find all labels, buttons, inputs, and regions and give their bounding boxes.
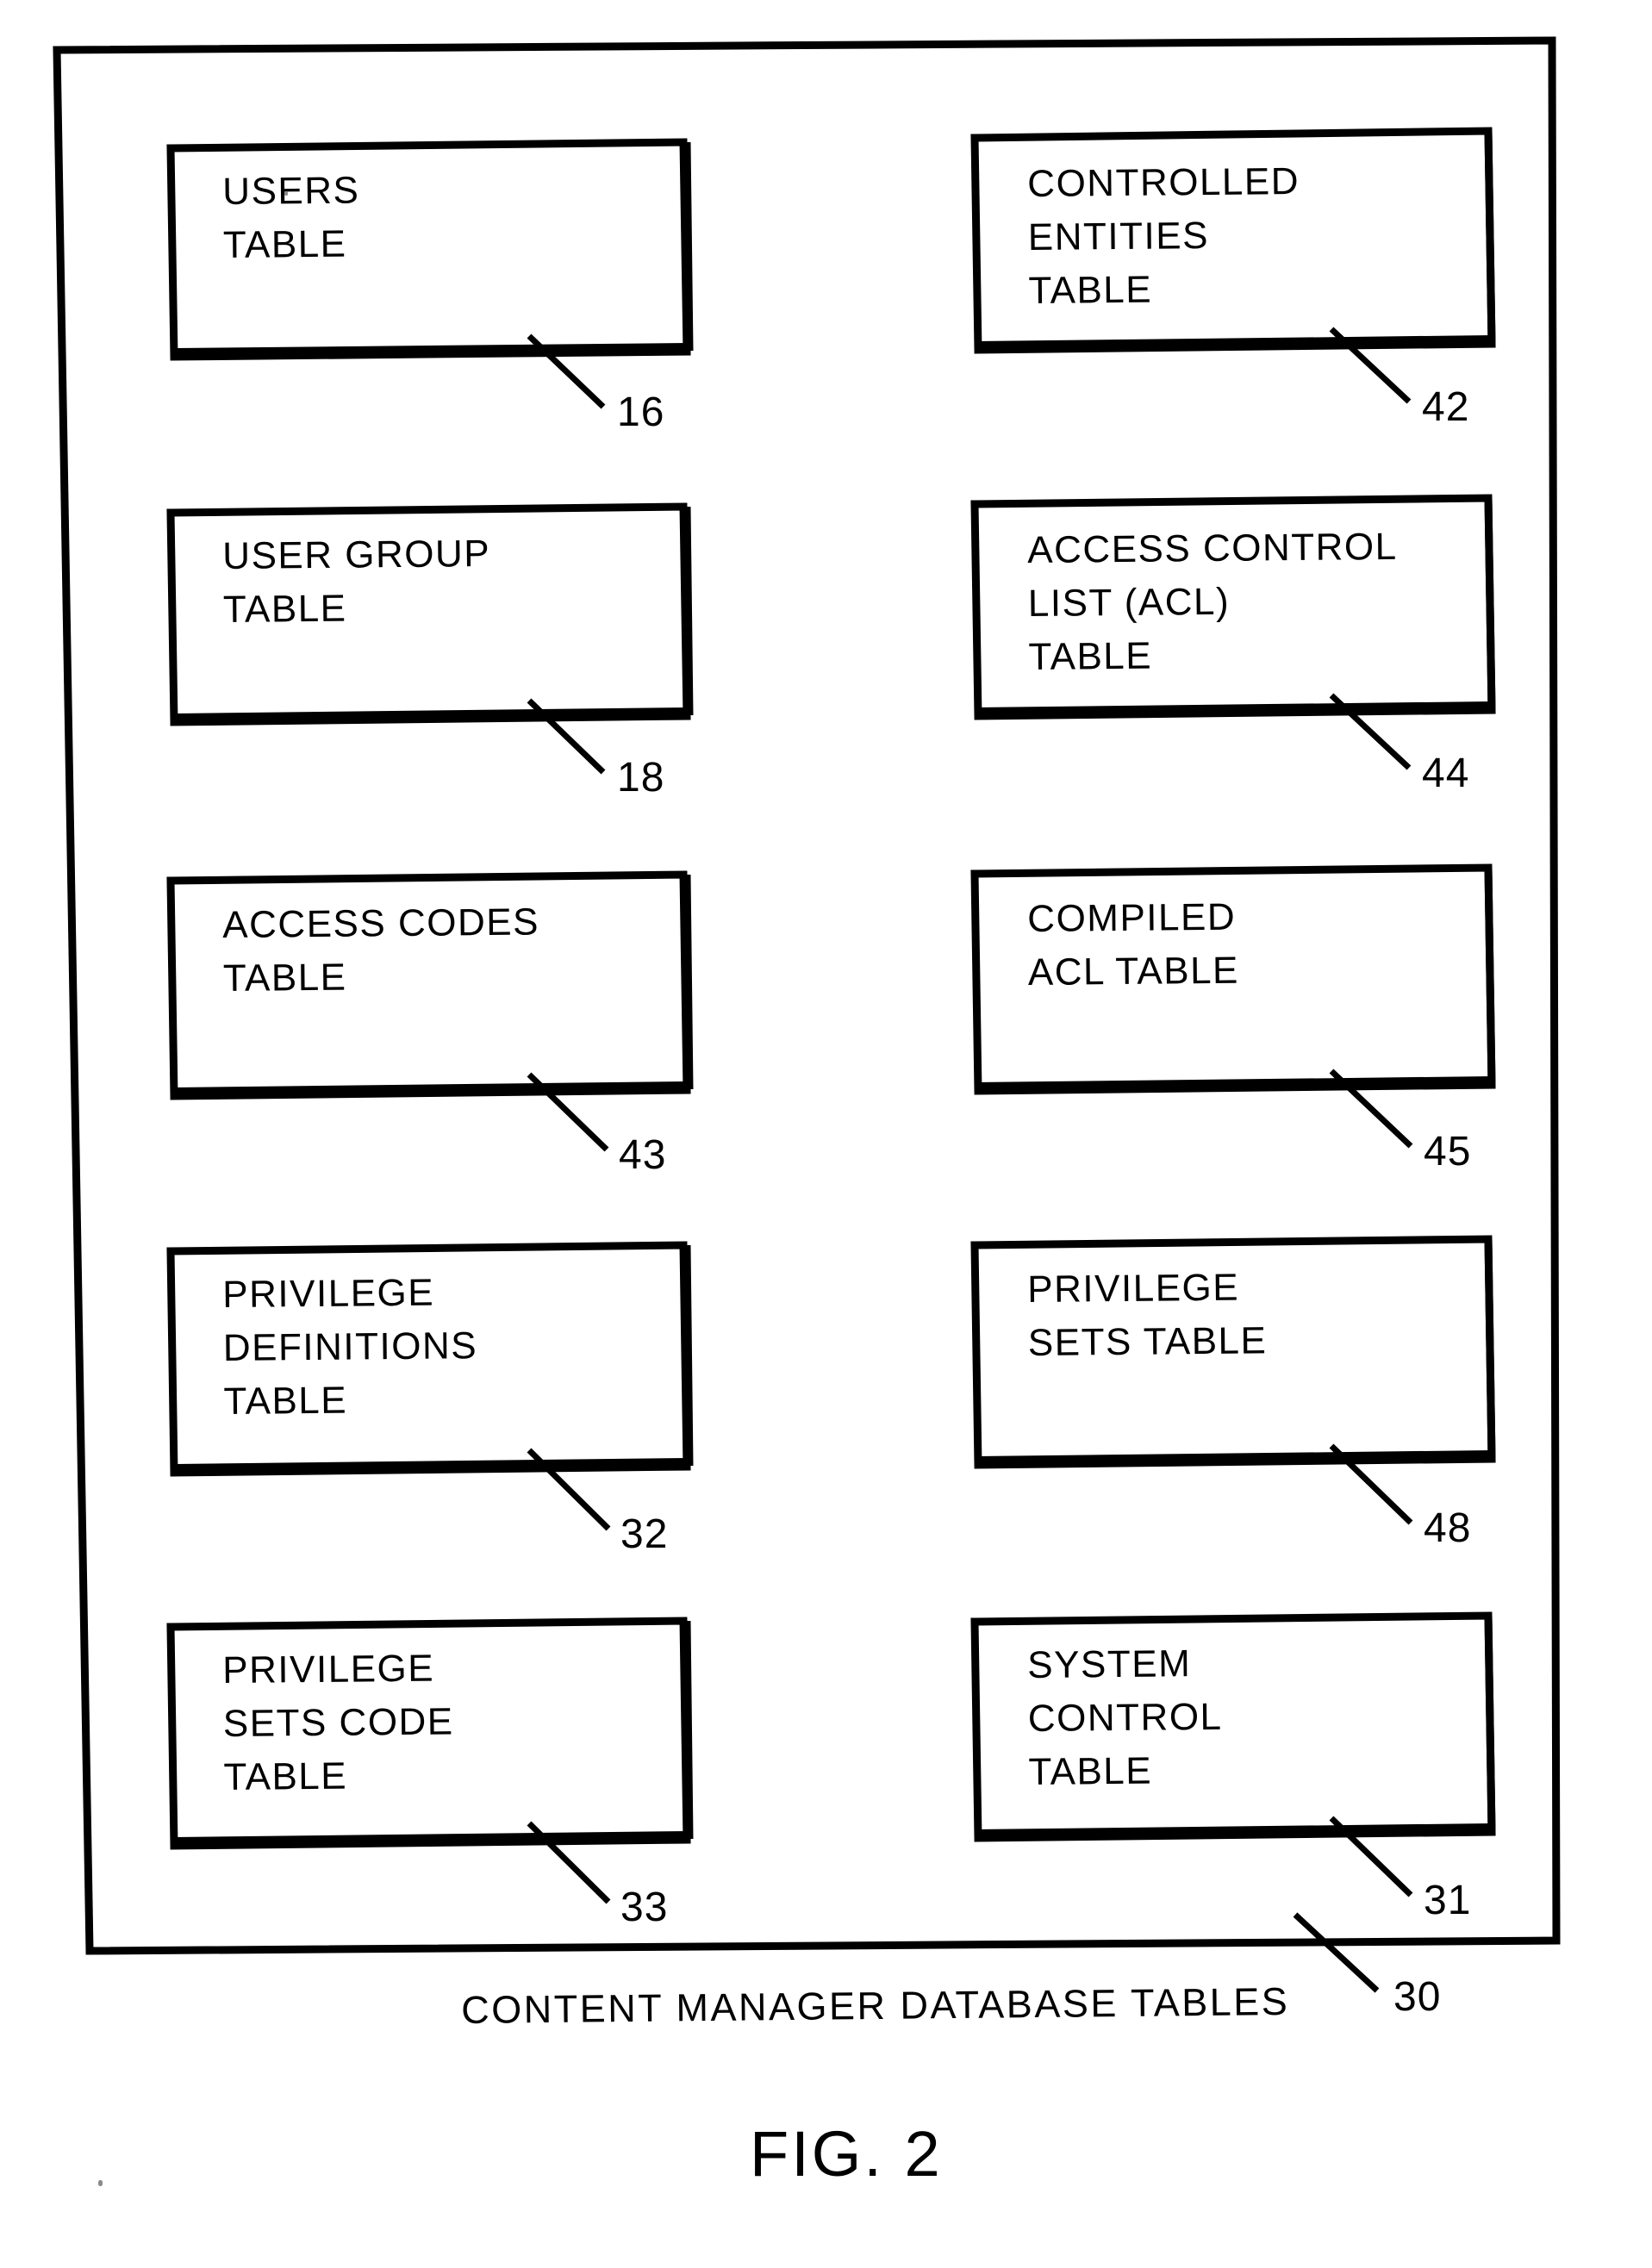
leader-line-30 [1293, 1912, 1380, 1993]
ref-number-32: 32 [620, 1511, 669, 1557]
box-label-compiled-acl-table: COMPILED ACL TABLE [1027, 895, 1240, 994]
box-label-privilege-sets-table: PRIVILEGE SETS TABLE [1027, 1266, 1268, 1364]
box-label-privilege-sets-code-table: PRIVILEGE SETS CODE TABLE [222, 1647, 454, 1798]
ref-number-45: 45 [1424, 1129, 1472, 1174]
ref-number-42: 42 [1422, 384, 1470, 430]
box-label-system-control-table: SYSTEM CONTROL TABLE [1027, 1642, 1223, 1793]
ref-number-18: 18 [617, 755, 665, 801]
figure-caption: CONTENT MANAGER DATABASE TABLES [461, 1978, 1290, 2032]
box-label-user-group-table: USER GROUP TABLE [222, 533, 491, 631]
scan-speck-top [284, 191, 288, 196]
box-label-access-control-list-acl-table: ACCESS CONTROL LIST (ACL) TABLE [1027, 525, 1398, 678]
ref-number-44: 44 [1422, 751, 1470, 796]
scan-speck [98, 2180, 103, 2186]
box-label-users-table: USERS TABLE [222, 169, 360, 266]
patent-figure-2: USERS TABLE 16 CONTROLLED ENTITIES TABLE 42… [0, 0, 1652, 2268]
box-label-controlled-entities-table: CONTROLLED ENTITIES TABLE [1027, 159, 1300, 312]
ref-number-33: 33 [620, 1885, 669, 1930]
box-label-privilege-definitions-table: PRIVILEGE DEFINITIONS TABLE [222, 1271, 478, 1423]
ref-number-48: 48 [1424, 1505, 1472, 1551]
figure-number-label: FIG. 2 [750, 2118, 943, 2190]
ref-number-16: 16 [617, 389, 665, 435]
ref-number-31: 31 [1424, 1878, 1472, 1923]
box-label-access-codes-table: ACCESS CODES TABLE [222, 900, 540, 1000]
ref-number-30: 30 [1393, 1974, 1442, 2020]
ref-number-43: 43 [619, 1132, 667, 1178]
figure-line-art [53, 36, 1561, 1993]
